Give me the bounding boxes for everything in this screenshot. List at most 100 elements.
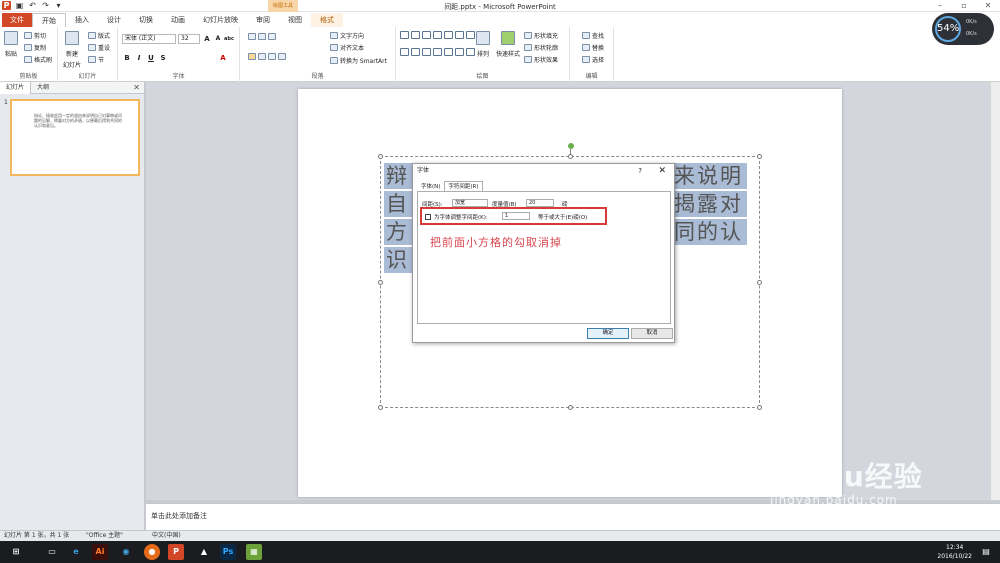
resize-handle[interactable] [568, 154, 573, 159]
spacing-select[interactable]: 加宽 [452, 199, 488, 207]
shadow-button[interactable]: S [158, 53, 168, 63]
bullets-button[interactable] [248, 33, 276, 40]
tab-animations[interactable]: 动画 [162, 13, 194, 27]
font-color-button[interactable]: A [218, 53, 228, 63]
shape-arrow-icon[interactable] [433, 48, 442, 56]
network-meter-widget[interactable]: 54% 0K/s 0K/s [932, 13, 994, 45]
quick-styles-button[interactable]: 快速样式 [496, 31, 520, 58]
tab-file[interactable]: 文件 [2, 13, 32, 27]
text-direction-button[interactable]: 文字方向 [330, 31, 364, 40]
shrink-font-button[interactable]: A [213, 34, 223, 44]
photo-app-icon[interactable]: ▲ [196, 544, 212, 560]
tab-font[interactable]: 字体(N) [417, 181, 444, 191]
new-slide-button[interactable]: 新建 幻灯片 [63, 31, 81, 69]
tab-format[interactable]: 格式 [311, 13, 343, 27]
find-button[interactable]: 查找 [582, 31, 604, 40]
tab-transitions[interactable]: 切换 [130, 13, 162, 27]
bold-button[interactable]: B [122, 53, 132, 63]
firefox-icon[interactable]: ● [144, 544, 160, 560]
resize-handle[interactable] [378, 154, 383, 159]
tab-slides-panel[interactable]: 幻灯片 [0, 81, 32, 94]
section-label: 节 [98, 57, 105, 64]
select-button[interactable]: 选择 [582, 55, 604, 64]
app-grid-icon[interactable]: ▦ [246, 544, 262, 560]
tab-home[interactable]: 开始 [32, 13, 66, 27]
help-icon[interactable]: ? [638, 164, 642, 178]
align-buttons[interactable] [248, 53, 286, 60]
paste-button[interactable]: 粘贴 [4, 31, 18, 58]
clear-format-button[interactable]: abc [224, 34, 234, 44]
layout-button[interactable]: 版式 [88, 31, 110, 40]
smartart-button[interactable]: 转换为 SmartArt [330, 56, 387, 65]
replace-button[interactable]: 替换 [582, 43, 604, 52]
shape-rect-icon[interactable] [411, 31, 420, 39]
system-clock[interactable]: 12:34 2016/10/22 [937, 543, 972, 561]
shape-arrow-icon[interactable] [444, 31, 453, 39]
resize-handle[interactable] [757, 405, 762, 410]
panel-close-icon[interactable]: ✕ [133, 83, 140, 92]
copy-button[interactable]: 复制 [24, 43, 46, 52]
browser-icon[interactable]: ◉ [118, 544, 134, 560]
rotation-handle[interactable] [568, 143, 574, 149]
cancel-button[interactable]: 取消 [631, 328, 673, 339]
format-painter-button[interactable]: 格式刷 [24, 55, 52, 64]
resize-handle[interactable] [568, 405, 573, 410]
replace-label: 替换 [592, 45, 605, 52]
tab-view[interactable]: 视图 [279, 13, 311, 27]
vertical-scrollbar[interactable] [990, 82, 1000, 500]
powerpoint-taskbar-icon[interactable]: P [168, 544, 184, 560]
tab-review[interactable]: 审阅 [247, 13, 279, 27]
shape-rect-icon[interactable] [411, 48, 420, 56]
shape-line-icon[interactable] [433, 31, 442, 39]
shape-arrow-icon[interactable] [422, 48, 431, 56]
notes-pane[interactable]: 单击此处添加备注 [146, 503, 1000, 530]
maximize-icon[interactable]: ▫ [952, 0, 976, 12]
shape-line-icon[interactable] [422, 31, 431, 39]
font-name-field[interactable]: 宋体 (正文) [122, 34, 176, 44]
notification-icon[interactable]: ▤ [978, 544, 994, 560]
shape-bracket-icon[interactable] [455, 48, 464, 56]
title-bar: P ▣ ↶ ↷ ▾ 绘图工具 间距.pptx - Microsoft Power… [0, 0, 1000, 12]
resize-handle[interactable] [378, 280, 383, 285]
close-icon[interactable]: ✕ [658, 164, 666, 178]
italic-button[interactable]: I [134, 53, 144, 63]
shape-fill-button[interactable]: 形状填充 [524, 31, 558, 40]
slide-thumbnail[interactable]: 辩论、接收此用一定的道由来说明自己对事物或问题的见解，揭露对方的矛盾，以便最后得… [10, 99, 140, 176]
tab-insert[interactable]: 插入 [66, 13, 98, 27]
cut-button[interactable]: 剪切 [24, 31, 46, 40]
windows-start-icon[interactable]: ⊞ [8, 544, 24, 560]
section-button[interactable]: 节 [88, 55, 104, 64]
resize-handle[interactable] [757, 280, 762, 285]
new-slide-label: 新建 [66, 51, 79, 58]
ok-button[interactable]: 确定 [587, 328, 629, 339]
tab-outline-panel[interactable]: 大纲 [31, 82, 55, 94]
underline-button[interactable]: U [146, 53, 156, 63]
shape-effects-button[interactable]: 形状效果 [524, 55, 558, 64]
resize-handle[interactable] [378, 405, 383, 410]
tab-character-spacing[interactable]: 字符间距(R) [444, 181, 483, 191]
shape-triangle-icon[interactable] [400, 48, 409, 56]
shape-rect-icon[interactable] [400, 31, 409, 39]
tab-design[interactable]: 设计 [98, 13, 130, 27]
close-icon[interactable]: ✕ [976, 0, 1000, 12]
minimize-icon[interactable]: – [928, 0, 952, 12]
edge-icon[interactable]: e [68, 544, 84, 560]
shape-outline-button[interactable]: 形状轮廓 [524, 43, 558, 52]
task-view-icon[interactable]: ▭ [44, 544, 60, 560]
resize-handle[interactable] [757, 154, 762, 159]
font-size-field[interactable]: 32 [178, 34, 200, 44]
grow-font-button[interactable]: A [202, 34, 212, 44]
shape-star-icon[interactable] [444, 48, 453, 56]
shape-curve-icon[interactable] [466, 48, 475, 56]
tab-slideshow[interactable]: 幻灯片放映 [194, 13, 247, 27]
reset-button[interactable]: 重设 [88, 43, 110, 52]
illustrator-icon[interactable]: Ai [92, 544, 108, 560]
arrange-button[interactable]: 排列 [476, 31, 490, 58]
by-value-input[interactable]: 20 [526, 199, 554, 207]
photoshop-icon[interactable]: Ps [220, 544, 236, 560]
shapes-gallery[interactable] [400, 31, 475, 63]
align-text-button[interactable]: 对齐文本 [330, 43, 364, 52]
watermark-sub: jingyan.baidu.com [770, 493, 898, 507]
shape-rect-icon[interactable] [455, 31, 464, 39]
shape-oval-icon[interactable] [466, 31, 475, 39]
